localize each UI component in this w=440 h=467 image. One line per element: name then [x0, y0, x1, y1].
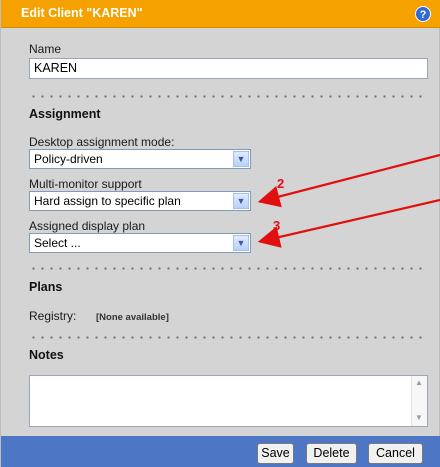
- registry-value: [None available]: [96, 312, 169, 323]
- dialog-title-bar: Edit Client "KAREN" ?: [1, 0, 440, 28]
- desktop-assignment-mode-label: Desktop assignment mode:: [29, 135, 175, 149]
- desktop-assignment-mode-select[interactable]: Policy-driven ▼: [29, 149, 251, 169]
- multi-monitor-support-select[interactable]: Hard assign to specific plan ▼: [29, 191, 251, 211]
- dialog-footer: Save Delete Cancel: [1, 436, 440, 467]
- assigned-display-plan-select[interactable]: Select ... ▼: [29, 233, 251, 253]
- name-label: Name: [29, 42, 62, 56]
- registry-label: Registry:: [29, 309, 77, 323]
- cancel-button[interactable]: Cancel: [368, 443, 423, 464]
- name-input[interactable]: KAREN: [29, 58, 428, 79]
- section-divider: [29, 267, 424, 270]
- notes-scrollbar[interactable]: ▲ ▼: [411, 376, 427, 426]
- delete-button[interactable]: Delete: [306, 443, 357, 464]
- notes-textarea[interactable]: ▲ ▼: [29, 375, 428, 427]
- help-icon[interactable]: ?: [415, 6, 431, 22]
- annotation-marker-3: 3: [273, 218, 281, 233]
- scroll-down-icon[interactable]: ▼: [414, 413, 424, 424]
- scroll-up-icon[interactable]: ▲: [414, 378, 424, 389]
- chevron-down-icon[interactable]: ▼: [233, 235, 249, 251]
- multi-monitor-support-label: Multi-monitor support: [29, 177, 142, 191]
- save-button[interactable]: Save: [257, 443, 294, 464]
- section-divider: [29, 336, 424, 339]
- annotation-marker-2: 2: [277, 176, 285, 191]
- edit-client-dialog: Edit Client "KAREN" ? Name KAREN Assignm…: [0, 0, 440, 467]
- multi-monitor-support-value: Hard assign to specific plan: [34, 194, 181, 208]
- assigned-display-plan-value: Select ...: [34, 236, 81, 250]
- desktop-assignment-mode-value: Policy-driven: [34, 152, 103, 166]
- assignment-heading: Assignment: [29, 107, 101, 121]
- chevron-down-icon[interactable]: ▼: [233, 193, 249, 209]
- section-divider: [29, 95, 424, 98]
- plans-heading: Plans: [29, 280, 63, 294]
- notes-heading: Notes: [29, 348, 64, 362]
- dialog-title: Edit Client "KAREN": [21, 6, 143, 20]
- chevron-down-icon[interactable]: ▼: [233, 151, 249, 167]
- assigned-display-plan-label: Assigned display plan: [29, 219, 146, 233]
